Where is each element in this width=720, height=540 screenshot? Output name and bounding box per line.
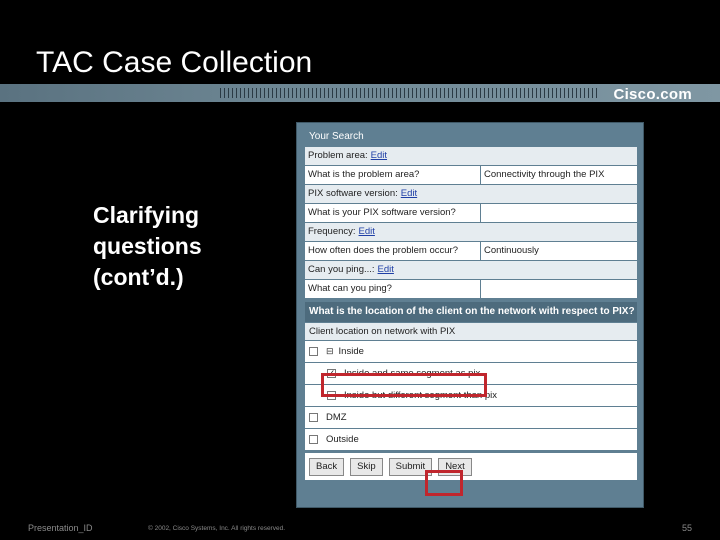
group-label-row: PIX software version: Edit xyxy=(305,184,637,203)
question-cell: What is the problem area? xyxy=(305,166,481,184)
answer-cell: Continuously xyxy=(481,242,637,260)
question-cell: What is your PIX software version? xyxy=(305,204,481,222)
answer-cell: Connectivity through the PIX xyxy=(481,166,637,184)
brand-logo: Cisco.com xyxy=(613,86,692,103)
options-label: Client location on network with PIX xyxy=(305,322,637,340)
checkbox[interactable] xyxy=(309,435,318,444)
page-number: 55 xyxy=(681,523,692,533)
button-bar: Back Skip Submit Next xyxy=(305,452,637,480)
your-search-header: Your Search xyxy=(309,131,364,142)
group-label-row: Frequency: Edit xyxy=(305,222,637,241)
qa-row: What is the problem area? Connectivity t… xyxy=(305,165,637,184)
collapse-icon[interactable]: ⊟ xyxy=(326,346,334,357)
option-outside[interactable]: Outside xyxy=(305,428,637,450)
edit-link[interactable]: Edit xyxy=(378,264,394,275)
question-cell: What can you ping? xyxy=(305,280,481,298)
group-label-row: Problem area: Edit xyxy=(305,146,637,165)
option-label: DMZ xyxy=(326,412,347,423)
group-label: PIX software version: xyxy=(308,188,398,199)
answer-cell xyxy=(481,280,637,298)
qa-row: What can you ping? xyxy=(305,279,637,298)
answer-cell xyxy=(481,204,637,222)
side-caption-line: (cont’d.) xyxy=(93,264,184,290)
back-button[interactable]: Back xyxy=(309,457,345,476)
question-cell: How often does the problem occur? xyxy=(305,242,481,260)
option-label: Inside xyxy=(338,346,364,357)
slide-title: TAC Case Collection xyxy=(36,46,313,79)
question-header: What is the location of the client on th… xyxy=(305,302,637,322)
option-dmz[interactable]: DMZ xyxy=(305,406,637,428)
edit-link[interactable]: Edit xyxy=(359,226,375,237)
skip-button[interactable]: Skip xyxy=(350,457,383,476)
barcode-decoration xyxy=(220,88,600,98)
option-label: Outside xyxy=(326,434,359,445)
edit-link[interactable]: Edit xyxy=(371,150,387,161)
qa-row: How often does the problem occur? Contin… xyxy=(305,241,637,260)
edit-link[interactable]: Edit xyxy=(401,188,417,199)
option-inside[interactable]: ⊟ Inside xyxy=(305,340,637,362)
side-caption-line: questions xyxy=(93,233,202,259)
checkbox[interactable] xyxy=(309,413,318,422)
footer-presentation-id: Presentation_ID xyxy=(28,523,93,533)
footer-copyright: © 2002, Cisco Systems, Inc. All rights r… xyxy=(148,525,286,532)
highlight-next-button xyxy=(425,470,463,496)
group-label: Problem area: xyxy=(308,150,368,161)
side-caption: Clarifying questions (cont’d.) xyxy=(93,200,202,293)
qa-row: What is your PIX software version? xyxy=(305,203,637,222)
group-label: Frequency: xyxy=(308,226,356,237)
group-label: Can you ping...: xyxy=(308,264,375,275)
highlight-selected-option xyxy=(321,373,487,397)
search-panel: Your Search Problem area: Edit What is th… xyxy=(296,122,644,508)
group-label-row: Can you ping...: Edit xyxy=(305,260,637,279)
checkbox[interactable] xyxy=(309,347,318,356)
side-caption-line: Clarifying xyxy=(93,202,200,228)
